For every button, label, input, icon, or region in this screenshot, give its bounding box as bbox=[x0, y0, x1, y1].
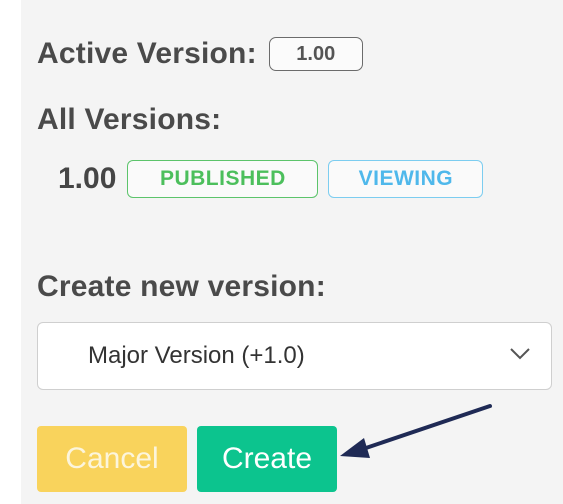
active-version-value: 1.00 bbox=[268, 37, 363, 71]
cancel-button[interactable]: Cancel bbox=[37, 426, 187, 492]
active-version-row: Active Version: 1.00 bbox=[37, 33, 363, 75]
version-list-item: 1.00 PUBLISHED VIEWING bbox=[58, 158, 484, 200]
version-number: 1.00 bbox=[58, 162, 117, 195]
published-badge: PUBLISHED bbox=[127, 160, 319, 198]
active-version-label: Active Version: bbox=[37, 37, 257, 70]
version-type-select[interactable]: Major Version (+1.0) bbox=[37, 322, 552, 390]
create-button[interactable]: Create bbox=[197, 426, 337, 492]
all-versions-heading: All Versions: bbox=[37, 103, 222, 136]
chevron-down-icon bbox=[510, 348, 530, 360]
arrow-pointer-icon bbox=[340, 404, 492, 458]
version-type-selected-value: Major Version (+1.0) bbox=[88, 342, 305, 369]
create-new-version-heading: Create new version: bbox=[37, 270, 326, 303]
viewing-badge: VIEWING bbox=[328, 160, 484, 198]
